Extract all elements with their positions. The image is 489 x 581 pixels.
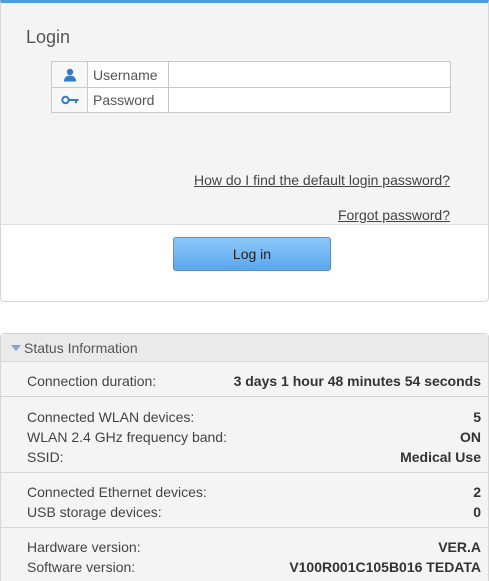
status-value: V100R001C105B016 TEDATA	[289, 559, 481, 575]
status-group-wired: Connected Ethernet devices: 2 USB storag…	[1, 473, 488, 528]
status-row-usb-devices: USB storage devices: 0	[27, 502, 481, 522]
login-panel: Login Username Password How do I find th…	[0, 0, 489, 302]
status-label: Hardware version:	[27, 539, 141, 555]
status-row-software-version: Software version: V100R001C105B016 TEDAT…	[27, 557, 481, 577]
default-password-link[interactable]: How do I find the default login password…	[194, 172, 450, 188]
login-form-area: Login Username Password How do I find th…	[1, 3, 488, 225]
status-row-ssid: SSID: Medical Use	[27, 447, 481, 467]
status-group-version: Hardware version: VER.A Software version…	[1, 528, 488, 581]
credentials-table: Username Password	[51, 61, 451, 113]
status-row-connection-duration: Connection duration: 3 days 1 hour 48 mi…	[27, 371, 481, 391]
status-value: VER.A	[438, 539, 481, 555]
status-panel: Status Information Connection duration: …	[0, 333, 489, 581]
username-label: Username	[88, 62, 169, 87]
status-group-wlan: Connected WLAN devices: 5 WLAN 2.4 GHz f…	[1, 397, 488, 473]
triangle-down-icon	[11, 344, 21, 351]
status-label: SSID:	[27, 449, 64, 465]
password-row: Password	[52, 87, 450, 112]
status-value: 0	[473, 504, 481, 520]
status-value: 2	[473, 484, 481, 500]
status-value: Medical Use	[400, 449, 481, 465]
status-row-wlan-devices: Connected WLAN devices: 5	[27, 407, 481, 427]
status-row-ethernet-devices: Connected Ethernet devices: 2	[27, 482, 481, 502]
status-value: 3 days 1 hour 48 minutes 54 seconds	[233, 373, 481, 389]
login-title: Login	[26, 27, 71, 47]
status-group-connection: Connection duration: 3 days 1 hour 48 mi…	[1, 362, 488, 397]
status-row-wlan-band: WLAN 2.4 GHz frequency band: ON	[27, 427, 481, 447]
username-input[interactable]	[169, 62, 450, 87]
key-icon	[52, 88, 88, 112]
status-header-title: Status Information	[24, 339, 138, 356]
status-header[interactable]: Status Information	[1, 334, 488, 362]
status-value: ON	[460, 429, 481, 445]
status-label: USB storage devices:	[27, 504, 162, 520]
status-label: Connection duration:	[27, 373, 157, 389]
login-button[interactable]: Log in	[173, 237, 331, 271]
status-label: WLAN 2.4 GHz frequency band:	[27, 429, 227, 445]
status-row-hardware-version: Hardware version: VER.A	[27, 537, 481, 557]
status-value: 5	[473, 409, 481, 425]
user-icon	[52, 62, 88, 87]
status-label: Connected WLAN devices:	[27, 409, 195, 425]
forgot-password-link[interactable]: Forgot password?	[338, 207, 450, 223]
password-label: Password	[88, 88, 169, 112]
username-row: Username	[52, 62, 450, 87]
status-label: Connected Ethernet devices:	[27, 484, 207, 500]
status-label: Software version:	[27, 559, 136, 575]
password-input[interactable]	[169, 88, 450, 112]
